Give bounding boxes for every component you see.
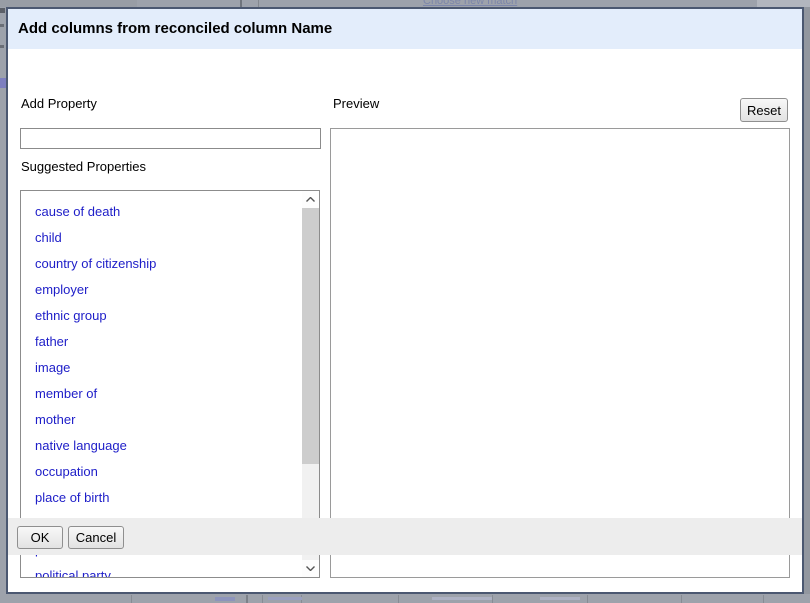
- dimmed-page-right-strip: [804, 7, 810, 603]
- property-link[interactable]: place of birth: [21, 485, 302, 511]
- property-link[interactable]: native language: [21, 433, 302, 459]
- add-columns-dialog: Add columns from reconciled column Name …: [6, 7, 804, 594]
- property-link[interactable]: member of: [21, 381, 302, 407]
- reset-button[interactable]: Reset: [740, 98, 788, 122]
- property-link[interactable]: image: [21, 355, 302, 381]
- scroll-down-button[interactable]: [302, 560, 319, 577]
- dimmed-page-bottom-strip: [0, 594, 810, 603]
- dialog-footer: OK Cancel: [8, 518, 802, 555]
- suggested-properties-label: Suggested Properties: [21, 159, 146, 174]
- dialog-body: Add Property Suggested Properties cause …: [8, 49, 802, 555]
- property-link[interactable]: political party: [21, 563, 302, 577]
- scroll-up-button[interactable]: [302, 191, 319, 208]
- chevron-up-icon: [306, 197, 315, 202]
- scrollbar-thumb[interactable]: [302, 208, 319, 464]
- property-link[interactable]: father: [21, 329, 302, 355]
- property-search-input[interactable]: [20, 128, 321, 149]
- dimmed-page-top-strip: Choose new match: [0, 0, 810, 7]
- ok-button[interactable]: OK: [17, 526, 63, 549]
- property-link[interactable]: cause of death: [21, 199, 302, 225]
- property-link[interactable]: child: [21, 225, 302, 251]
- cancel-button[interactable]: Cancel: [68, 526, 124, 549]
- add-property-label: Add Property: [21, 96, 97, 111]
- property-link[interactable]: ethnic group: [21, 303, 302, 329]
- property-link[interactable]: occupation: [21, 459, 302, 485]
- chevron-down-icon: [306, 566, 315, 571]
- property-link[interactable]: country of citizenship: [21, 251, 302, 277]
- dimmed-choose-new-match-link: Choose new match: [423, 0, 517, 7]
- property-link[interactable]: mother: [21, 407, 302, 433]
- property-link[interactable]: employer: [21, 277, 302, 303]
- preview-pane: [330, 128, 790, 578]
- dialog-header: Add columns from reconciled column Name: [8, 9, 802, 49]
- dialog-title: Add columns from reconciled column Name: [18, 20, 332, 37]
- preview-label: Preview: [333, 96, 379, 111]
